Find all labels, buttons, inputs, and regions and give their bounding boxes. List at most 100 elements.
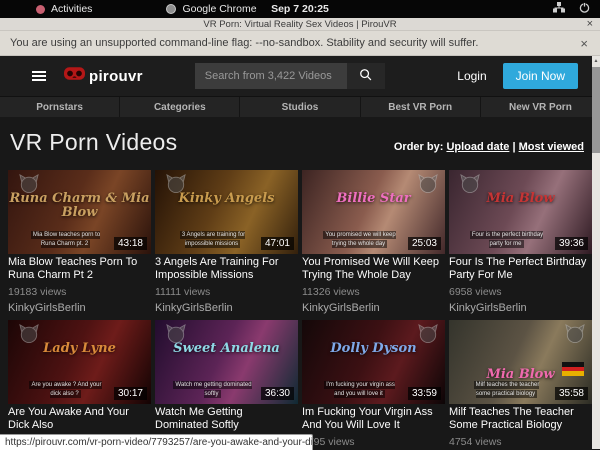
video-thumbnail[interactable]: Sweet Analena Watch me getting dominated… [155,320,298,404]
system-top-bar: Activities Google Chrome Sep 7 20:25 [0,0,600,18]
thumbnail-caption: Watch me getting dominated softly [173,381,252,399]
power-icon[interactable] [579,2,590,16]
studio-link[interactable]: KinkyGirlsBerlin [8,302,151,314]
page-title: VR Porn Videos [10,129,177,156]
status-url-tooltip: https://pirouvr.com/vr-porn-video/779325… [0,434,313,450]
video-views: 9795 views [302,436,445,448]
activities-button[interactable]: Activities [36,3,92,15]
scrollbar-up-icon[interactable]: ▲ [592,56,600,64]
main-nav: Pornstars Categories Studios Best VR Por… [0,96,600,117]
video-views: 11326 views [302,286,445,298]
search-icon [359,68,373,85]
cat-mask-watermark-icon [18,174,40,198]
cat-mask-watermark-icon [417,324,439,348]
studio-link[interactable]: KinkyGirlsBerlin [449,302,592,314]
video-card: Runa Charm & Mia Blow Mia Blow teaches p… [8,170,151,314]
cat-mask-watermark-icon [165,174,187,198]
video-thumbnail[interactable]: Mia Blow Milf teaches the teacher some p… [449,320,592,404]
window-close-icon[interactable]: × [587,18,593,30]
login-link[interactable]: Login [457,69,486,83]
chrome-icon [166,4,176,14]
cat-mask-watermark-icon [417,174,439,198]
order-by-label: Order by: [394,141,444,153]
status-url-text: https://pirouvr.com/vr-porn-video/779325… [5,437,313,448]
video-thumbnail[interactable]: Kinky Angels 3 Angels are training for i… [155,170,298,254]
site-logo[interactable]: pirouvr [64,67,143,85]
video-views: 6958 views [449,286,592,298]
video-title-link[interactable]: Im Fucking Your Virgin Ass And You Will … [302,406,445,432]
video-card: Billie Star You promised we will keep tr… [302,170,445,314]
warning-infobar: You are using an unsupported command-lin… [0,31,600,56]
join-now-button[interactable]: Join Now [503,63,578,89]
thumbnail-caption: 3 Angels are training for impossible mis… [173,231,252,249]
video-thumbnail[interactable]: Lady Lyne Are you awake ? And your dick … [8,320,151,404]
order-upload-date-link[interactable]: Upload date [446,141,509,153]
duration-badge: 39:36 [555,237,588,250]
nav-item-pornstars[interactable]: Pornstars [0,97,119,117]
thumbnail-caption: Four is the perfect birthday party for m… [467,231,546,249]
video-title-link[interactable]: Watch Me Getting Dominated Softly [155,406,298,432]
video-title-link[interactable]: Mia Blow Teaches Porn To Runa Charm Pt 2 [8,256,151,282]
video-thumbnail[interactable]: Billie Star You promised we will keep tr… [302,170,445,254]
duration-badge: 43:18 [114,237,147,250]
cat-mask-watermark-icon [18,324,40,348]
activities-label: Activities [51,3,92,15]
duration-badge: 47:01 [261,237,294,250]
cat-mask-watermark-icon [564,324,586,348]
video-grid: Runa Charm & Mia Blow Mia Blow teaches p… [8,170,592,449]
thumbnail-caption: Mia Blow teaches porn to Runa Charm pt. … [26,231,105,249]
nav-item-best-vr[interactable]: Best VR Porn [360,97,480,117]
video-views: 11111 views [155,286,298,298]
vr-goggles-logo-icon [64,67,85,85]
video-title-link[interactable]: You Promised We Will Keep Trying The Who… [302,256,445,282]
video-card: Sweet Analena Watch me getting dominated… [155,320,298,449]
video-thumbnail[interactable]: Runa Charm & Mia Blow Mia Blow teaches p… [8,170,151,254]
nav-item-studios[interactable]: Studios [239,97,359,117]
duration-badge: 30:17 [114,387,147,400]
focused-app-menu[interactable]: Google Chrome [166,3,256,15]
video-thumbnail[interactable]: Dolly Dyson I'm fucking your virgin ass … [302,320,445,404]
nav-item-categories[interactable]: Categories [119,97,239,117]
nav-item-new-vr[interactable]: New VR Porn [480,97,600,117]
activities-indicator-icon [36,5,45,14]
browser-viewport: pirouvr Login Join Now Pornstars Categor… [0,56,600,449]
duration-badge: 35:58 [555,387,588,400]
video-views: 19183 views [8,286,151,298]
duration-badge: 36:30 [261,387,294,400]
german-flag-icon [562,362,584,376]
thumbnail-caption: I'm fucking your virgin ass and you will… [320,381,399,399]
window-title: VR Porn: Virtual Reality Sex Videos | Pi… [203,19,396,30]
video-title-link[interactable]: 3 Angels Are Training For Impossible Mis… [155,256,298,282]
studio-link[interactable]: KinkyGirlsBerlin [302,302,445,314]
scrollbar-track[interactable]: ▲ [592,56,600,449]
cat-mask-watermark-icon [165,324,187,348]
cat-mask-watermark-icon [459,174,481,198]
site-header: pirouvr Login Join Now [0,56,600,96]
search-bar [195,63,385,89]
video-thumbnail[interactable]: Mia Blow Four is the perfect birthday pa… [449,170,592,254]
order-separator: | [512,141,515,153]
search-button[interactable] [347,63,385,89]
video-title-link[interactable]: Are You Awake And Your Dick Also [8,406,151,432]
search-input[interactable] [195,63,347,89]
warning-text: You are using an unsupported command-lin… [10,37,478,49]
site-logo-text: pirouvr [89,68,143,85]
thumbnail-caption: Are you awake ? And your dick also ? [26,381,105,399]
order-most-viewed-link[interactable]: Most viewed [519,141,584,153]
video-card: Lady Lyne Are you awake ? And your dick … [8,320,151,449]
studio-link[interactable]: KinkyGirlsBerlin [155,302,298,314]
thumbnail-caption: You promised we will keep trying the who… [320,231,399,249]
video-title-link[interactable]: Four Is The Perfect Birthday Party For M… [449,256,592,282]
video-views: 4754 views [449,436,592,448]
network-icon[interactable] [553,2,565,16]
order-by: Order by: Upload date | Most viewed [394,141,584,153]
duration-badge: 25:03 [408,237,441,250]
app-menu-label: Google Chrome [182,3,256,15]
warning-close-icon[interactable]: × [580,36,588,51]
video-title-link[interactable]: Milf Teaches The Teacher Some Practical … [449,406,592,432]
video-card: Kinky Angels 3 Angels are training for i… [155,170,298,314]
window-title-bar: VR Porn: Virtual Reality Sex Videos | Pi… [0,18,600,31]
duration-badge: 33:59 [408,387,441,400]
hamburger-menu-icon[interactable] [32,69,46,83]
scrollbar-thumb[interactable] [592,67,600,153]
